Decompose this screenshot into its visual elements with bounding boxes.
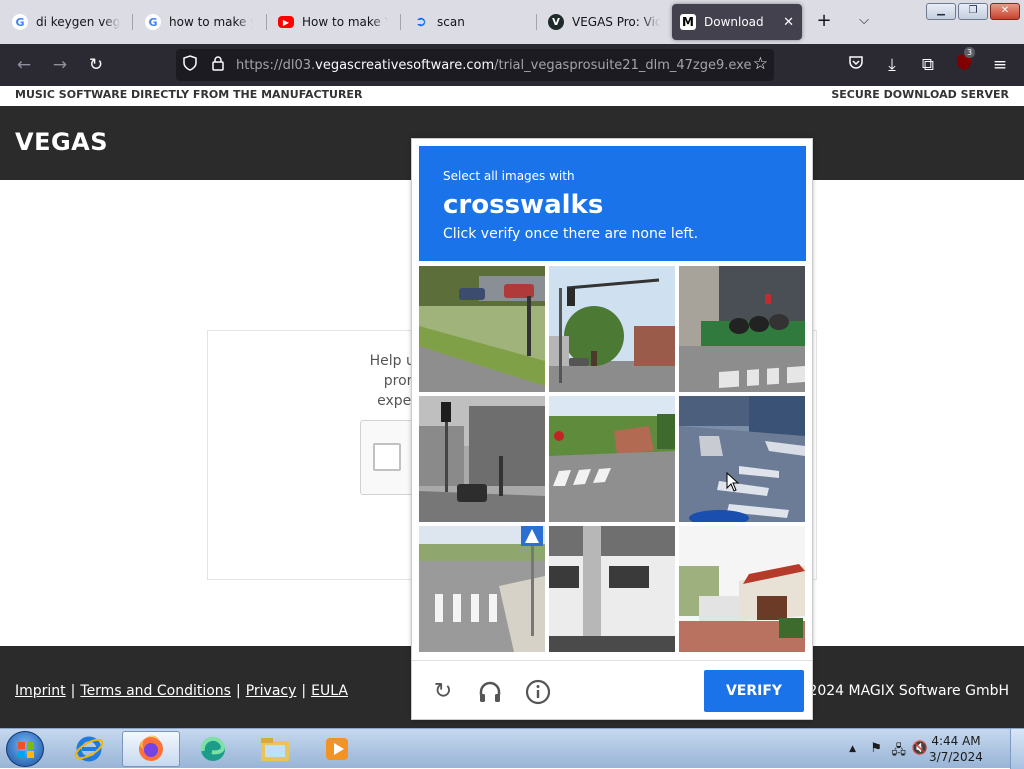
- mouse-cursor-icon: [726, 472, 740, 492]
- minimize-button[interactable]: ▁: [926, 3, 956, 20]
- verify-button[interactable]: VERIFY: [704, 670, 804, 712]
- start-button[interactable]: [6, 731, 44, 767]
- windows-logo-icon: [18, 742, 34, 758]
- captcha-tile-6[interactable]: [679, 396, 805, 522]
- tracking-protection-icon[interactable]: [176, 55, 204, 75]
- tab-how-to-make-ytp[interactable]: G how to make ytp: [137, 4, 261, 40]
- captcha-tile-8[interactable]: [549, 526, 675, 652]
- google-icon: G: [12, 14, 28, 30]
- google-icon: G: [145, 14, 161, 30]
- menu-icon[interactable]: ≡: [988, 53, 1012, 77]
- footer-links: Imprint | Terms and Conditions | Privacy | EUL…: [15, 683, 348, 699]
- firefox-icon[interactable]: [122, 731, 180, 767]
- action-center-flag-icon[interactable]: ⚑: [870, 741, 882, 756]
- captcha-hint: Click verify once there are none left.: [443, 226, 699, 242]
- footer-separator: |: [70, 683, 76, 699]
- info-icon[interactable]: [525, 679, 551, 705]
- pocket-icon[interactable]: [844, 53, 868, 77]
- captcha-tile-9[interactable]: [679, 526, 805, 652]
- reload-icon[interactable]: ↻: [84, 53, 108, 77]
- lock-icon[interactable]: [204, 55, 232, 75]
- bookmark-star-icon[interactable]: ☆: [753, 54, 768, 74]
- vegas-logo[interactable]: VEGAS: [15, 128, 108, 156]
- copyright: 3 - 2024 MAGIX Software GmbH: [785, 683, 1009, 699]
- tab-download[interactable]: M Download ✕: [672, 4, 802, 40]
- recaptcha-checkbox[interactable]: [373, 443, 401, 471]
- magix-icon: M: [680, 14, 696, 30]
- captcha-header: Select all images with crosswalks Click …: [419, 146, 806, 261]
- reload-challenge-icon[interactable]: ↻: [430, 679, 456, 705]
- list-all-tabs-icon[interactable]: ⌵: [852, 10, 876, 34]
- tab-title: scan: [437, 15, 465, 29]
- captcha-grid: [419, 266, 807, 654]
- captcha-challenge: Select all images with crosswalks Click …: [411, 138, 813, 720]
- url-bar[interactable]: https://dl03.vegascreativesoftware.com/t…: [176, 49, 774, 81]
- captcha-instruction: Select all images with: [443, 169, 575, 183]
- tab-title: di keygen vegas: [36, 15, 120, 29]
- top-strip: MUSIC SOFTWARE DIRECTLY FROM THE MANUFAC…: [0, 86, 1024, 106]
- extension-badge: 3: [964, 47, 976, 58]
- tab-separator: [536, 14, 537, 30]
- footer-separator: |: [235, 683, 241, 699]
- tab-di-keygen-vegas[interactable]: G di keygen vegas: [4, 4, 128, 40]
- show-hidden-icons-icon[interactable]: ▲: [849, 744, 856, 754]
- close-window-button[interactable]: ✕: [990, 3, 1020, 20]
- ublock-icon[interactable]: 3: [952, 47, 976, 77]
- eula-link[interactable]: EULA: [311, 683, 348, 699]
- captcha-tile-4[interactable]: [419, 396, 545, 522]
- captcha-target: crosswalks: [443, 190, 604, 220]
- tab-vegas-pro[interactable]: V VEGAS Pro: Video: [540, 4, 668, 40]
- clock[interactable]: 4:44 AM 3/7/2024: [926, 733, 986, 765]
- imprint-link[interactable]: Imprint: [15, 683, 66, 699]
- extensions-icon[interactable]: ⧉: [916, 53, 940, 77]
- secure-server-label: SECURE DOWNLOAD SERVER: [831, 88, 1009, 101]
- new-tab-button[interactable]: +: [812, 10, 836, 34]
- tab-separator: [266, 14, 267, 30]
- captcha-tile-3[interactable]: [679, 266, 805, 392]
- scan-icon: ➲: [415, 14, 427, 30]
- captcha-tile-1[interactable]: [419, 266, 545, 392]
- tab-scan[interactable]: ➲ scan: [405, 4, 531, 40]
- taskbar: ▲ ⚑ 🖧 🔇 4:44 AM 3/7/2024: [0, 728, 1024, 769]
- network-icon[interactable]: 🖧: [892, 741, 907, 763]
- url-text[interactable]: https://dl03.vegascreativesoftware.com/t…: [236, 58, 751, 73]
- tab-strip: G di keygen vegas G how to make ytp ▶ Ho…: [0, 0, 1024, 44]
- tab-how-to-make-yt[interactable]: ▶ How to make YT: [270, 4, 396, 40]
- back-arrow-icon[interactable]: ←: [12, 53, 36, 77]
- vegas-icon: V: [548, 14, 564, 30]
- file-explorer-icon[interactable]: [246, 731, 304, 767]
- captcha-tile-5[interactable]: [549, 396, 675, 522]
- privacy-link[interactable]: Privacy: [246, 683, 297, 699]
- clock-date: 3/7/2024: [929, 750, 983, 764]
- downloads-icon[interactable]: ⤓: [880, 53, 904, 77]
- tab-title: Download: [704, 15, 764, 29]
- captcha-tile-2[interactable]: [549, 266, 675, 392]
- audio-challenge-icon[interactable]: [477, 679, 503, 705]
- tab-separator: [132, 14, 133, 30]
- tab-title: How to make YT: [302, 15, 388, 29]
- media-player-icon[interactable]: [308, 731, 366, 767]
- tab-separator: [400, 14, 401, 30]
- tab-title: VEGAS Pro: Video: [572, 15, 660, 29]
- terms-link[interactable]: Terms and Conditions: [80, 683, 231, 699]
- forward-arrow-icon[interactable]: →: [48, 53, 72, 77]
- navigation-bar: ← → ↻ https://dl03.vegascreativesoftware…: [0, 44, 1024, 86]
- clock-time: 4:44 AM: [931, 734, 981, 748]
- footer-separator: |: [301, 683, 307, 699]
- captcha-tile-7[interactable]: [419, 526, 545, 652]
- close-tab-icon[interactable]: ✕: [783, 15, 794, 30]
- tagline: MUSIC SOFTWARE DIRECTLY FROM THE MANUFAC…: [15, 88, 363, 101]
- restore-button[interactable]: ❐: [958, 3, 988, 20]
- edge-icon[interactable]: [184, 731, 242, 767]
- show-desktop-button[interactable]: [1010, 729, 1024, 769]
- captcha-footer: ↻ VERIFY: [412, 660, 812, 720]
- tab-title: how to make ytp: [169, 15, 253, 29]
- internet-explorer-icon[interactable]: [60, 731, 118, 767]
- youtube-icon: ▶: [278, 16, 294, 28]
